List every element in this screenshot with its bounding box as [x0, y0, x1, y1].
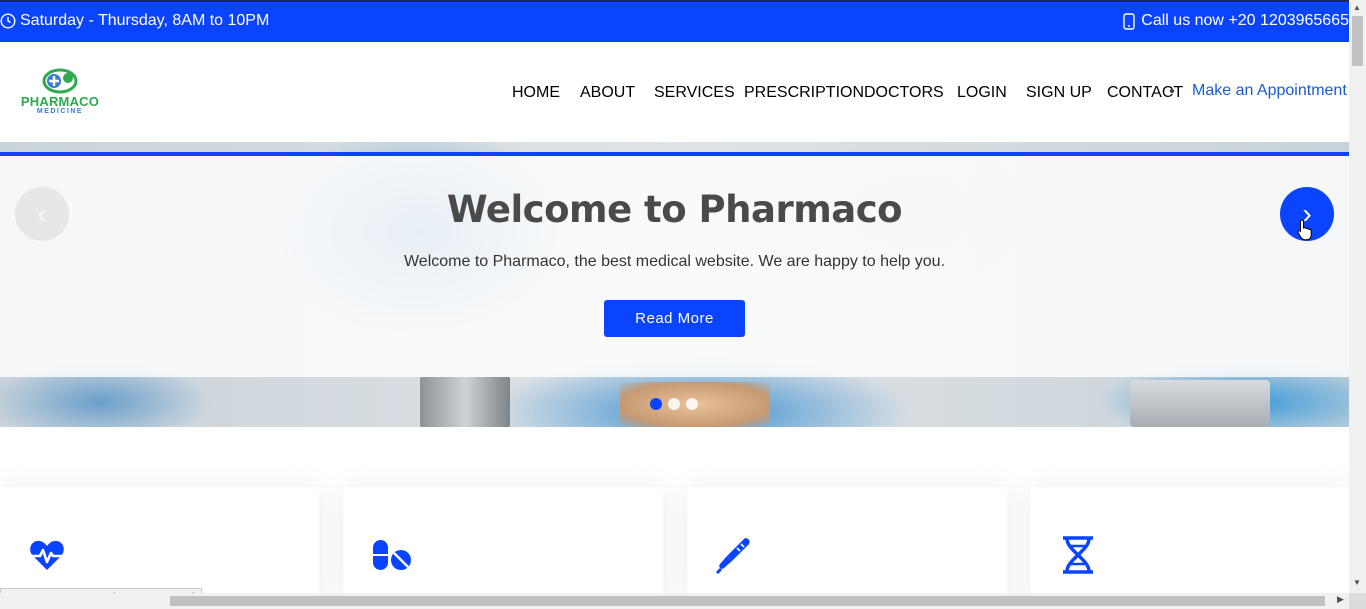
logo-brand-text: PHARMACO — [20, 94, 100, 109]
phone-contact: Call us now +20 1203965665 — [1123, 12, 1349, 30]
nav-item-signup[interactable]: SIGN UP — [1026, 84, 1092, 102]
read-more-button[interactable]: Read More — [604, 300, 745, 337]
carousel-prev-button[interactable]: ‹ — [15, 187, 69, 241]
scroll-right-arrow-icon[interactable]: ▶ — [1337, 594, 1344, 605]
medical-cross-logo-icon — [42, 68, 78, 94]
hand-pointer-cursor-icon — [1297, 219, 1312, 241]
thermometer-icon — [715, 538, 750, 575]
horizontal-scrollbar-thumb[interactable] — [170, 596, 1325, 606]
scroll-up-arrow-icon[interactable]: ▲ — [1353, 3, 1361, 12]
browser-viewport: Saturday - Thursday, 8AM to 10PM Call us… — [0, 0, 1349, 593]
make-appointment-link[interactable]: Make an Appointment — [1192, 82, 1347, 100]
carousel-indicator-2[interactable] — [668, 398, 680, 410]
top-info-bar: Saturday - Thursday, 8AM to 10PM Call us… — [0, 0, 1349, 42]
nav-item-doctors[interactable]: DOCTORS — [864, 84, 944, 102]
feature-card-3[interactable] — [687, 487, 1007, 593]
scrollbar-corner — [1349, 593, 1366, 609]
site-logo[interactable]: PHARMACO MEDICINE — [14, 68, 106, 118]
nav-item-services[interactable]: SERVICES — [654, 84, 735, 102]
horizontal-scrollbar[interactable]: ▶ — [0, 593, 1349, 609]
hero-carousel: Welcome to Pharmaco Welcome to Pharmaco,… — [0, 142, 1349, 427]
carousel-indicators — [650, 398, 698, 410]
heartbeat-icon — [30, 540, 64, 570]
site-header: PHARMACO MEDICINE HOME ABOUT SERVICES PR… — [0, 42, 1349, 142]
hero-title: Welcome to Pharmaco — [446, 188, 903, 231]
opening-hours: Saturday - Thursday, 8AM to 10PM — [0, 12, 269, 30]
chevron-left-icon: ‹ — [37, 198, 47, 229]
phone-text[interactable]: Call us now +20 1203965665 — [1141, 12, 1349, 30]
dna-icon — [1063, 536, 1093, 574]
hero-bg-equipment — [420, 377, 510, 427]
hero-bg-lamp — [1130, 380, 1270, 427]
nav-separator-dot — [1170, 89, 1174, 93]
feature-card-2[interactable] — [343, 487, 663, 593]
mobile-phone-icon — [1123, 12, 1135, 30]
clock-icon — [0, 13, 16, 29]
nav-item-contact[interactable]: CONTACT — [1107, 84, 1183, 102]
vertical-scrollbar-thumb[interactable] — [1352, 16, 1363, 66]
feature-card-4[interactable] — [1030, 487, 1349, 593]
feature-card-1[interactable] — [0, 487, 319, 593]
carousel-indicator-3[interactable] — [686, 398, 698, 410]
nav-item-home[interactable]: HOME — [512, 84, 560, 102]
opening-hours-text: Saturday - Thursday, 8AM to 10PM — [20, 12, 270, 29]
carousel-indicator-1[interactable] — [650, 398, 662, 410]
nav-item-login[interactable]: LOGIN — [957, 84, 1007, 102]
nav-item-about[interactable]: ABOUT — [580, 84, 635, 102]
nav-item-prescription[interactable]: PRESCRIPTION — [744, 84, 864, 102]
scroll-down-arrow-icon[interactable]: ▼ — [1353, 578, 1361, 587]
logo-sub-text: MEDICINE — [36, 108, 84, 115]
hero-description: Welcome to Pharmaco, the best medical we… — [403, 253, 946, 270]
pills-icon — [373, 540, 411, 570]
vertical-scrollbar[interactable]: ▲ ▼ — [1349, 0, 1366, 593]
